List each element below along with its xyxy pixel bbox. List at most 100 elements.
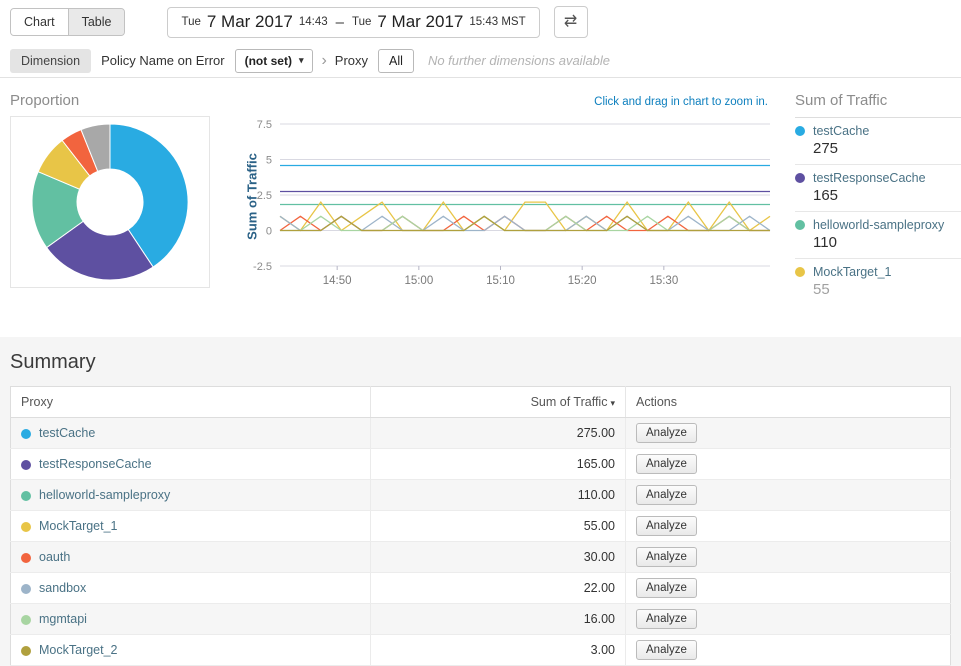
summary-table: Proxy Sum of Traffic▾ Actions testCache … [10, 386, 951, 666]
svg-text:2.5: 2.5 [257, 190, 272, 202]
column-header-proxy[interactable]: Proxy [11, 387, 371, 418]
proxy-name: helloworld-sampleproxy [39, 488, 170, 502]
series-line-MockTarget_1 [280, 202, 770, 230]
analyze-button[interactable]: Analyze [636, 454, 697, 474]
column-header-sum-of-traffic[interactable]: Sum of Traffic▾ [371, 387, 626, 418]
top-toolbar: Chart Table Tue 7 Mar 2017 14:43 – Tue 7… [0, 0, 961, 44]
series-color-dot [21, 460, 31, 470]
column-header-actions: Actions [626, 387, 951, 418]
proxy-name: oauth [39, 550, 70, 564]
table-view-button[interactable]: Table [69, 9, 125, 35]
dimension-bar: Dimension Policy Name on Error (not set)… [0, 44, 961, 78]
series-color-dot [795, 126, 805, 136]
summary-section: Summary Proxy Sum of Traffic▾ Actions te… [0, 337, 961, 647]
table-row: sandbox 22.00 Analyze [11, 573, 951, 604]
analyze-button[interactable]: Analyze [636, 547, 697, 567]
series-color-dot [21, 646, 31, 656]
analyze-button[interactable]: Analyze [636, 578, 697, 598]
series-line-MockTarget_2 [280, 216, 770, 230]
svg-text:0: 0 [266, 226, 272, 238]
view-toggle: Chart Table [10, 8, 125, 36]
table-row: testResponseCache 165.00 Analyze [11, 449, 951, 480]
proxy-name: testCache [39, 426, 95, 440]
dimension-value-dropdown[interactable]: (not set) ▾ [235, 49, 314, 73]
table-row: mgmtapi 16.00 Analyze [11, 604, 951, 635]
proxy-name: testResponseCache [39, 457, 152, 471]
series-color-dot [21, 553, 31, 563]
traffic-value: 110.00 [371, 480, 626, 511]
column-header-label: Sum of Traffic [531, 395, 608, 409]
series-color-dot [21, 429, 31, 439]
legend-series-value: 275 [813, 140, 961, 157]
proxy-name: mgmtapi [39, 612, 87, 626]
table-header-row: Proxy Sum of Traffic▾ Actions [11, 387, 951, 418]
chart-section: Proportion Click and drag in chart to zo… [0, 78, 961, 337]
caret-down-icon: ▾ [299, 55, 304, 66]
end-time: 15:43 MST [469, 16, 525, 28]
analyze-button[interactable]: Analyze [636, 485, 697, 505]
proxy-name: MockTarget_1 [39, 519, 118, 533]
end-day: Tue [352, 16, 371, 28]
chart-view-button[interactable]: Chart [11, 9, 69, 35]
series-color-dot [21, 584, 31, 594]
proxy-name: sandbox [39, 581, 86, 595]
svg-text:-2.5: -2.5 [253, 261, 272, 273]
proxy-name: MockTarget_2 [39, 643, 118, 657]
legend-item: testCache 275 [795, 118, 961, 165]
table-row: helloworld-sampleproxy 110.00 Analyze [11, 480, 951, 511]
svg-text:14:50: 14:50 [323, 275, 352, 287]
traffic-value: 16.00 [371, 604, 626, 635]
traffic-value: 3.00 [371, 635, 626, 666]
dimension-metric-label: Policy Name on Error [101, 53, 225, 68]
traffic-value: 55.00 [371, 511, 626, 542]
svg-text:5: 5 [266, 155, 272, 167]
proxy-all-button[interactable]: All [378, 49, 414, 73]
svg-text:15:00: 15:00 [404, 275, 433, 287]
legend-item: helloworld-sampleproxy 110 [795, 212, 961, 259]
series-color-dot [795, 173, 805, 183]
legend-item: MockTarget_1 55 [795, 259, 961, 297]
traffic-value: 275.00 [371, 418, 626, 449]
refresh-button[interactable]: ⇄ [554, 6, 588, 38]
proportion-label: Proportion [10, 92, 79, 109]
legend-series-value: 165 [813, 187, 961, 204]
traffic-value: 22.00 [371, 573, 626, 604]
start-day: Tue [181, 16, 200, 28]
series-line-mgmtapi [280, 216, 770, 230]
date-range-separator: – [336, 14, 344, 31]
legend-series-name[interactable]: helloworld-sampleproxy [813, 218, 944, 232]
svg-text:15:10: 15:10 [486, 275, 515, 287]
date-range-picker[interactable]: Tue 7 Mar 2017 14:43 – Tue 7 Mar 2017 15… [167, 7, 539, 38]
series-color-dot [795, 220, 805, 230]
chevron-right-icon: › [321, 52, 326, 70]
proportion-donut-chart[interactable] [11, 118, 209, 286]
legend-series-name[interactable]: testResponseCache [813, 171, 926, 185]
legend-item: testResponseCache 165 [795, 165, 961, 212]
analyze-button[interactable]: Analyze [636, 516, 697, 536]
legend-series-name[interactable]: testCache [813, 124, 869, 138]
start-time: 14:43 [299, 16, 328, 28]
dimension-value: (not set) [245, 54, 292, 68]
zoom-hint: Click and drag in chart to zoom in. [594, 96, 768, 108]
svg-text:15:30: 15:30 [649, 275, 678, 287]
legend-series-value: 110 [813, 234, 961, 251]
table-row: MockTarget_1 55.00 Analyze [11, 511, 951, 542]
proxy-dimension-label: Proxy [335, 53, 368, 68]
svg-text:15:20: 15:20 [568, 275, 597, 287]
analyze-button[interactable]: Analyze [636, 640, 697, 660]
series-line-sandbox [280, 216, 770, 230]
legend-series-name[interactable]: MockTarget_1 [813, 265, 892, 279]
table-row: MockTarget_2 3.00 Analyze [11, 635, 951, 666]
summary-title: Summary [10, 351, 951, 374]
table-row: testCache 275.00 Analyze [11, 418, 951, 449]
series-line-oauth [280, 216, 770, 230]
analyze-button[interactable]: Analyze [636, 423, 697, 443]
analyze-button[interactable]: Analyze [636, 609, 697, 629]
series-color-dot [21, 615, 31, 625]
series-color-dot [21, 491, 31, 501]
legend-series-value: 55 [813, 281, 961, 297]
traffic-value: 165.00 [371, 449, 626, 480]
traffic-line-chart[interactable]: 7.552.50-2.514:5015:0015:1015:2015:30 [250, 108, 780, 300]
series-color-dot [795, 267, 805, 277]
start-date: 7 Mar 2017 [207, 12, 293, 32]
